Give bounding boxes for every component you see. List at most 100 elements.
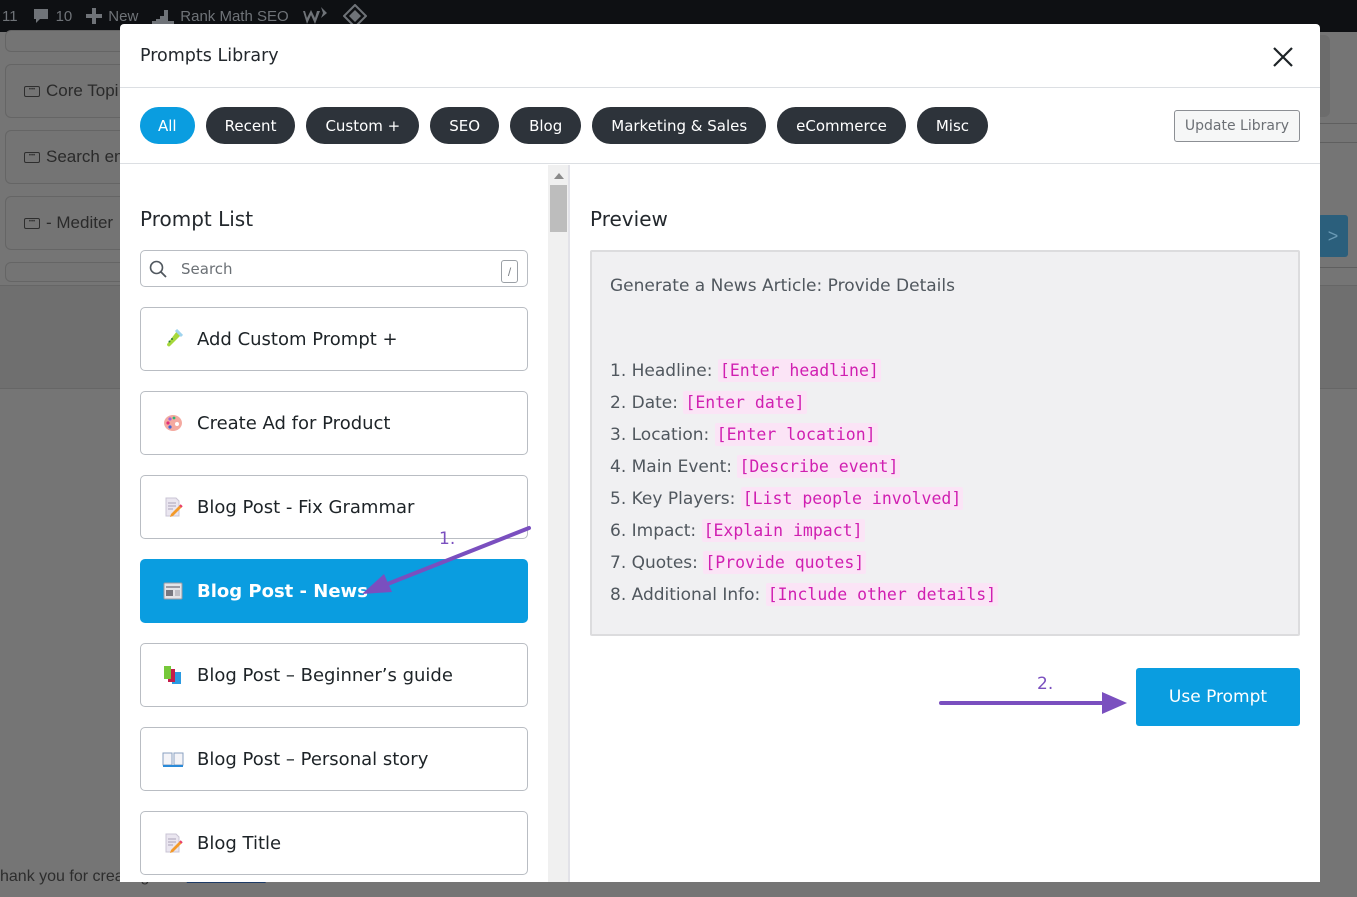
preview-line-label: 7. Quotes:: [610, 553, 704, 573]
comment-icon: [33, 9, 48, 23]
updates-count: 11: [2, 7, 18, 25]
modal-header: Prompts Library: [120, 24, 1320, 88]
prompt-item-create-ad[interactable]: Create Ad for Product: [140, 391, 528, 455]
preview-line-label: 3. Location:: [610, 425, 715, 445]
preview-placeholder: [Enter location]: [714, 423, 878, 446]
test-tube-icon: [162, 329, 184, 349]
preview-placeholder: [Include other details]: [765, 583, 999, 606]
plus-icon: [86, 8, 103, 24]
use-prompt-button[interactable]: Use Prompt: [1136, 668, 1300, 726]
filter-misc[interactable]: Misc: [916, 107, 988, 144]
preview-line-label: 6. Impact:: [610, 521, 702, 541]
prompts-library-modal: Prompts Library All Recent Custom + SEO …: [120, 24, 1320, 882]
prompt-list-title: Prompt List: [140, 207, 254, 231]
memo-pencil-icon: [162, 833, 184, 853]
filter-seo[interactable]: SEO: [430, 107, 500, 144]
prompt-item-add-custom[interactable]: Add Custom Prompt +: [140, 307, 528, 371]
background-divider: [1320, 267, 1357, 268]
books-icon: [162, 665, 184, 685]
chat-icon: •••: [24, 85, 40, 97]
modal-body: Prompt List / Add Custom Prompt + Create…: [120, 165, 1320, 882]
memo-pencil-icon: [162, 497, 184, 517]
background-divider: [1320, 142, 1357, 143]
background-card-label: Core Topi: [46, 81, 119, 100]
preview-placeholder: [Provide quotes]: [703, 551, 867, 574]
prompt-item-personal-story[interactable]: Blog Post – Personal story: [140, 727, 528, 791]
prompt-item-label: Blog Post – Beginner’s guide: [197, 664, 453, 686]
preview-line: 8. Additional Info: [Include other detai…: [610, 579, 1280, 611]
filter-custom[interactable]: Custom +: [306, 107, 420, 144]
step1-label: 1.: [439, 529, 456, 549]
prompt-item-blog-news[interactable]: Blog Post - News: [140, 559, 528, 623]
chat-icon: •••: [24, 217, 40, 229]
filter-ecommerce[interactable]: eCommerce: [777, 107, 906, 144]
preview-line: 3. Location: [Enter location]: [610, 419, 1280, 451]
prompt-item-label: Create Ad for Product: [197, 412, 391, 434]
preview-line: 2. Date: [Enter date]: [610, 387, 1280, 419]
comments-count: 10: [55, 7, 73, 25]
search-icon: [149, 260, 167, 278]
filter-all[interactable]: All: [140, 107, 195, 144]
preview-line-label: 1. Headline:: [610, 361, 718, 381]
palette-icon: [162, 413, 184, 433]
background-card-label: - Mediter: [46, 213, 114, 232]
preview-line: 7. Quotes: [Provide quotes]: [610, 547, 1280, 579]
modal-title: Prompts Library: [140, 45, 279, 66]
search-field: /: [140, 250, 528, 287]
open-book-icon: [162, 749, 184, 769]
preview-heading: Generate a News Article: Provide Details: [610, 276, 955, 296]
background-card-label: Search en: [46, 147, 124, 166]
prompt-item-label: Blog Post - News: [197, 580, 368, 602]
prompt-list-panel: Prompt List / Add Custom Prompt + Create…: [120, 165, 548, 882]
preview-line-label: 5. Key Players:: [610, 489, 741, 509]
preview-line: 1. Headline: [Enter headline]: [610, 355, 1280, 387]
preview-line-label: 8. Additional Info:: [610, 585, 766, 605]
preview-placeholder: [Describe event]: [737, 455, 901, 478]
search-input[interactable]: [181, 259, 481, 278]
prompt-list-scrollbar[interactable]: [548, 165, 570, 882]
prompt-item-label: Add Custom Prompt +: [197, 328, 398, 350]
preview-title: Preview: [590, 207, 668, 231]
background-divider: [1320, 123, 1357, 124]
chat-icon: •••: [24, 151, 40, 163]
step2-label: 2.: [1037, 674, 1054, 694]
preview-content: Generate a News Article: Provide Details…: [590, 250, 1300, 636]
preview-line: 4. Main Event: [Describe event]: [610, 451, 1280, 483]
keyboard-shortcut-badge: /: [501, 260, 518, 283]
rankmath-label: Rank Math SEO: [180, 7, 289, 25]
prompt-item-label: Blog Post - Fix Grammar: [197, 496, 415, 518]
preview-placeholder: [Enter date]: [683, 391, 807, 414]
prompt-item-label: Blog Post – Personal story: [197, 748, 429, 770]
close-icon: [1273, 47, 1293, 67]
close-button[interactable]: [1270, 44, 1296, 70]
scroll-thumb[interactable]: [550, 185, 567, 232]
admin-bar-w-logo[interactable]: [302, 7, 329, 25]
prompt-item-fix-grammar[interactable]: Blog Post - Fix Grammar: [140, 475, 528, 539]
filter-marketing-sales[interactable]: Marketing & Sales: [592, 107, 767, 144]
background-send-button: >: [1318, 215, 1348, 257]
admin-bar-rankmath[interactable]: Rank Math SEO: [152, 7, 289, 25]
prompt-item-blog-title[interactable]: Blog Title: [140, 811, 528, 875]
preview-line: 6. Impact: [Explain impact]: [610, 515, 1280, 547]
scroll-up-arrow-icon[interactable]: [554, 173, 564, 179]
update-library-button[interactable]: Update Library: [1173, 110, 1300, 142]
preview-line: 5. Key Players: [List people involved]: [610, 483, 1280, 515]
preview-placeholder: [List people involved]: [740, 487, 964, 510]
preview-placeholder: [Enter headline]: [717, 359, 881, 382]
filter-blog[interactable]: Blog: [510, 107, 582, 144]
prompt-item-label: Blog Title: [197, 832, 282, 854]
admin-bar-new[interactable]: New: [86, 8, 138, 25]
rankmath-icon: [152, 10, 175, 24]
preview-panel: Preview Generate a News Article: Provide…: [570, 165, 1320, 882]
admin-bar-comments[interactable]: 10: [32, 7, 73, 25]
preview-line-label: 4. Main Event:: [610, 457, 738, 477]
new-label: New: [108, 7, 139, 25]
prompt-item-beginners-guide[interactable]: Blog Post – Beginner’s guide: [140, 643, 528, 707]
category-filter-bar: All Recent Custom + SEO Blog Marketing &…: [120, 88, 1320, 164]
w-logo-icon: [302, 7, 327, 24]
newspaper-icon: [162, 581, 184, 601]
preview-placeholder: [Explain impact]: [701, 519, 865, 542]
preview-line-label: 2. Date:: [610, 393, 684, 413]
filter-recent[interactable]: Recent: [205, 107, 296, 144]
admin-bar-updates[interactable]: 11: [2, 8, 18, 25]
